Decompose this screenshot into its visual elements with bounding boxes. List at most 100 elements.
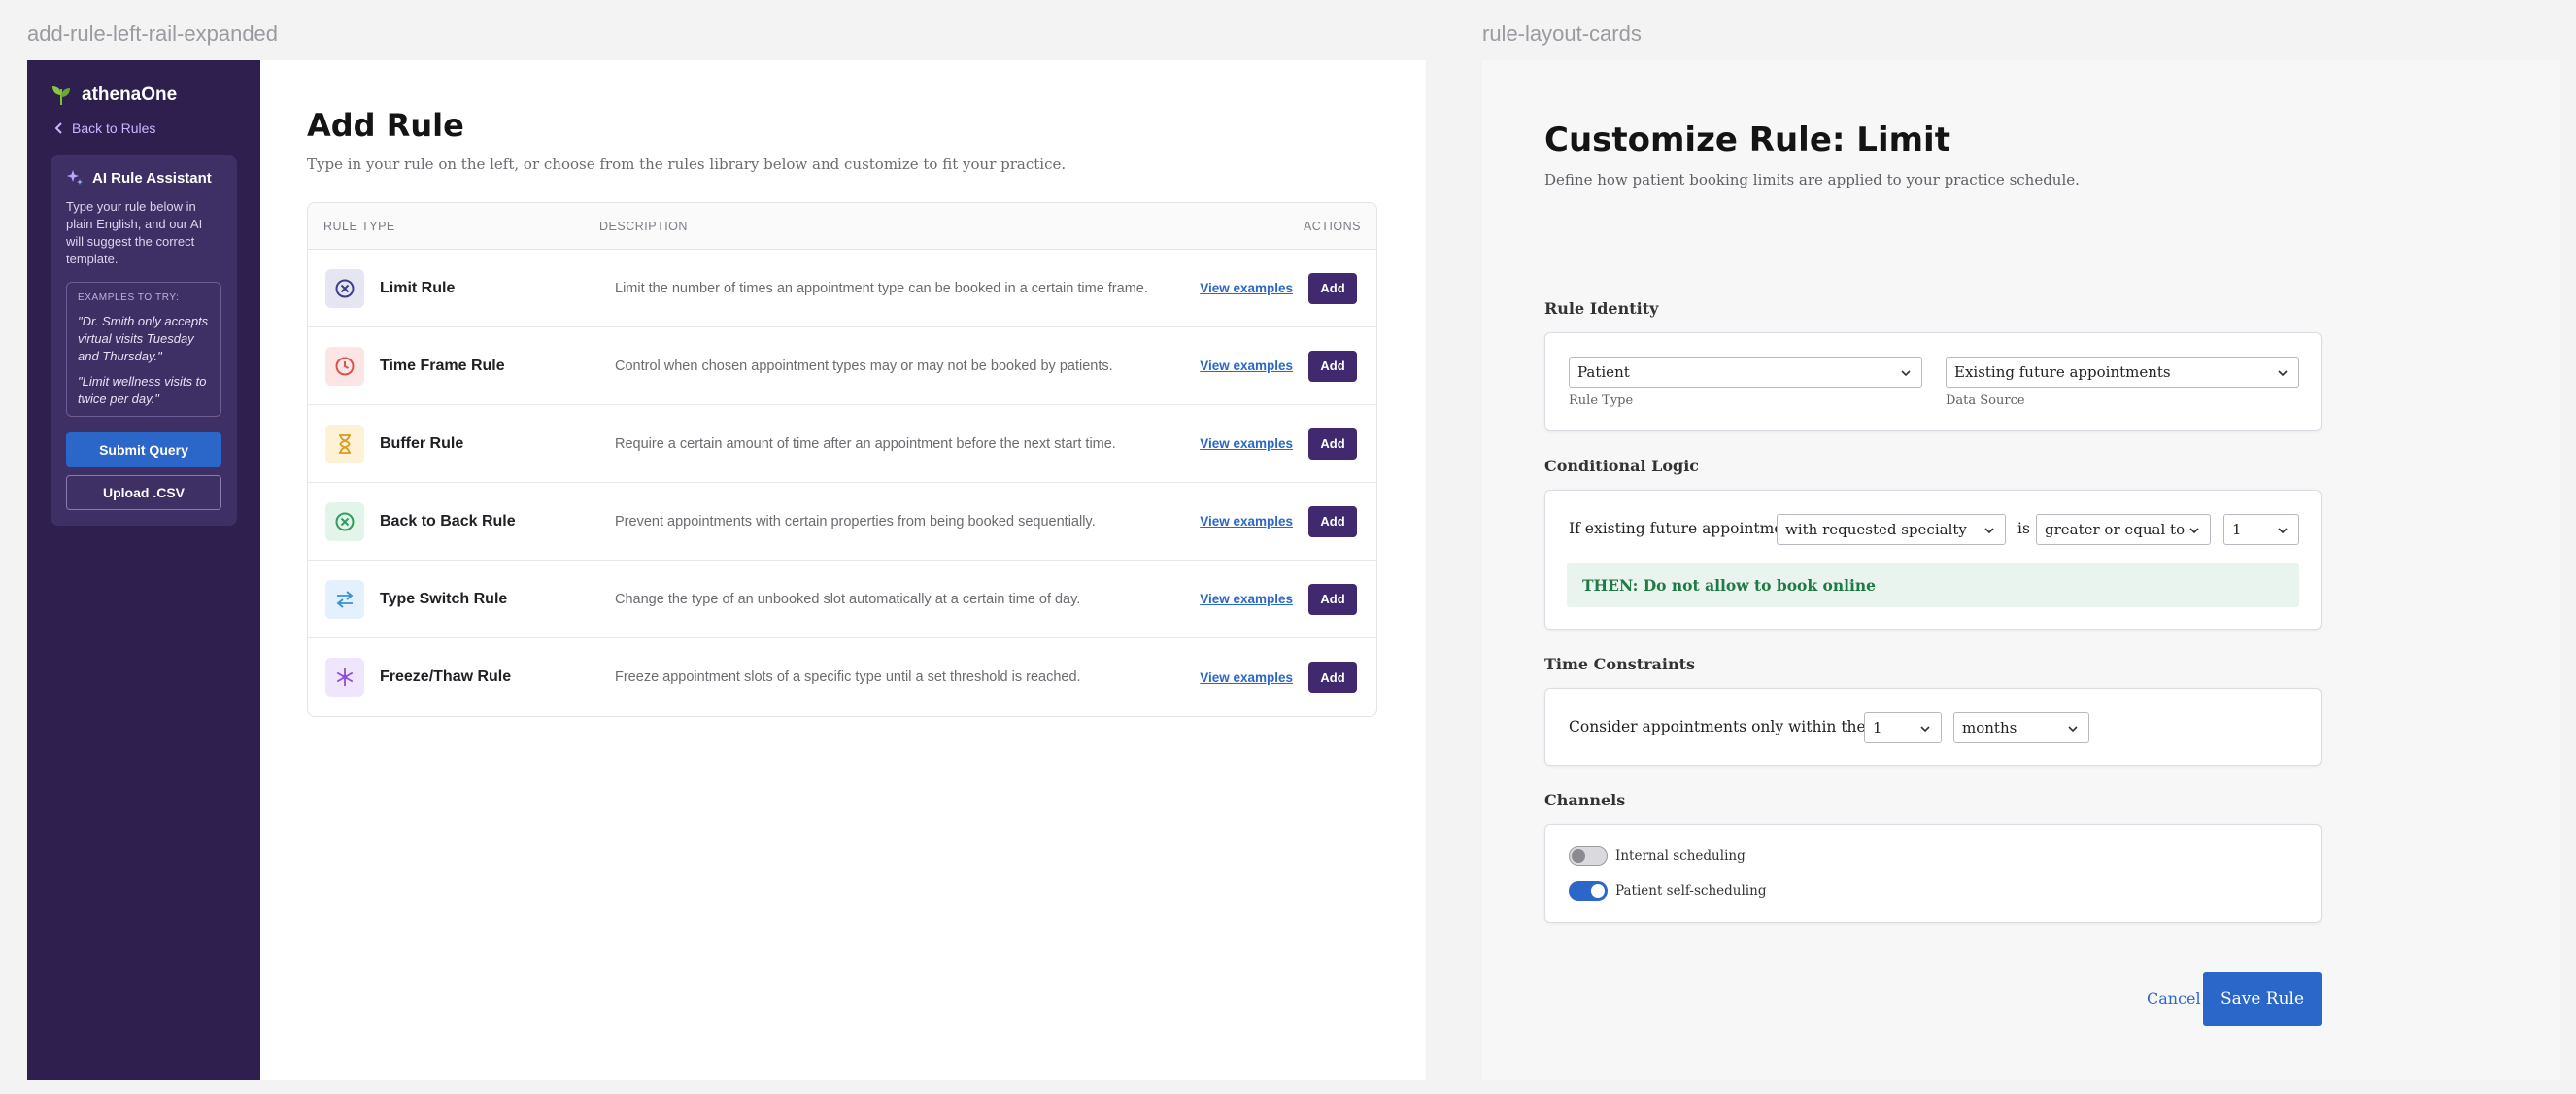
rule-name: Back to Back Rule <box>380 512 516 530</box>
count-value: 1 <box>2232 521 2242 538</box>
example-prompt[interactable]: "Limit wellness visits to twice per day.… <box>78 373 210 408</box>
rule-actions: View examples Add <box>1200 583 1376 615</box>
switch-arrows-icon <box>325 579 364 619</box>
rule-actions: View examples Add <box>1200 427 1376 460</box>
rule-type-cell: Freeze/Thaw Rule <box>308 658 599 697</box>
section-label-time-constraints: Time Constraints <box>1544 655 1696 673</box>
count-select[interactable]: 1 <box>2223 514 2299 545</box>
rule-type-value: Patient <box>1577 363 1630 381</box>
section-label-rule-identity: Rule Identity <box>1544 299 1659 318</box>
add-rule-button[interactable]: Add <box>1308 662 1357 693</box>
rule-name: Type Switch Rule <box>380 590 508 607</box>
brand[interactable]: athenaOne <box>51 84 237 107</box>
cancel-link[interactable]: Cancel <box>2147 989 2201 1008</box>
table-row: Buffer Rule Require a certain amount of … <box>308 405 1376 483</box>
view-examples-link[interactable]: View examples <box>1200 359 1293 373</box>
operator-value: greater or equal to <box>2045 521 2186 538</box>
if-condition-text: If existing future appointments <box>1569 520 1807 537</box>
time-amount-select[interactable]: 1 <box>1864 712 1942 743</box>
chevron-down-icon <box>2278 370 2288 377</box>
sparkle-icon <box>67 170 83 185</box>
example-prompt[interactable]: "Dr. Smith only accepts virtual visits T… <box>78 313 210 365</box>
chevron-left-icon <box>54 122 62 134</box>
rule-description: Control when chosen appointment types ma… <box>615 358 1113 374</box>
customize-rule-screen: Customize Rule: Limit Define how patient… <box>1482 60 2560 1080</box>
toggle-knob <box>1572 849 1585 863</box>
ai-assistant-title: AI Rule Assistant <box>66 169 221 187</box>
rule-actions: View examples Add <box>1200 350 1376 382</box>
rule-actions: View examples Add <box>1200 272 1376 304</box>
then-action-banner: THEN: Do not allow to book online <box>1567 563 2299 607</box>
column-header-rule-type: RULE TYPE <box>323 219 395 233</box>
ai-rule-assistant-panel: AI Rule Assistant Type your rule below i… <box>51 155 237 526</box>
add-rule-main: Add Rule Type in your rule on the left, … <box>260 60 1426 1080</box>
page-subtitle: Type in your rule on the left, or choose… <box>307 155 1067 173</box>
add-rule-button[interactable]: Add <box>1308 583 1357 615</box>
limit-icon <box>325 268 364 308</box>
brand-name: athenaOne <box>82 85 178 105</box>
table-row: Time Frame Rule Control when chosen appo… <box>308 327 1376 405</box>
rule-description: Require a certain amount of time after a… <box>615 435 1116 452</box>
snowflake-icon <box>325 658 364 697</box>
rule-type-cell: Time Frame Rule <box>308 346 599 386</box>
no-back-to-back-icon <box>325 501 364 541</box>
chevron-down-icon <box>1901 370 1911 377</box>
time-unit-select[interactable]: months <box>1953 712 2089 743</box>
filter-value: with requested specialty <box>1785 521 1967 538</box>
add-rule-button[interactable]: Add <box>1308 427 1357 460</box>
add-rule-button[interactable]: Add <box>1308 505 1357 537</box>
section-label-channels: Channels <box>1544 791 1626 809</box>
operator-select[interactable]: greater or equal to <box>2036 514 2211 545</box>
ai-title-text: AI Rule Assistant <box>92 169 212 187</box>
view-examples-link[interactable]: View examples <box>1200 281 1293 295</box>
frame-label-right: rule-layout-cards <box>1482 21 1642 46</box>
chevron-down-icon <box>1984 528 1994 534</box>
add-rule-button[interactable]: Add <box>1308 272 1357 304</box>
table-row: Limit Rule Limit the number of times an … <box>308 250 1376 327</box>
channels-card: Internal scheduling Patient self-schedul… <box>1544 824 2322 923</box>
back-link-label: Back to Rules <box>72 120 156 136</box>
rule-type-cell: Back to Back Rule <box>308 501 599 541</box>
filter-select[interactable]: with requested specialty <box>1777 514 2006 545</box>
rule-type-select[interactable]: Patient <box>1569 357 1922 388</box>
column-header-description: DESCRIPTION <box>599 219 688 233</box>
view-examples-link[interactable]: View examples <box>1200 592 1293 606</box>
view-examples-link[interactable]: View examples <box>1200 670 1293 685</box>
examples-box[interactable]: EXAMPLES TO TRY: "Dr. Smith only accepts… <box>66 282 221 417</box>
rule-description: Prevent appointments with certain proper… <box>615 513 1096 530</box>
view-examples-link[interactable]: View examples <box>1200 514 1293 529</box>
rule-description: Limit the number of times an appointment… <box>615 280 1148 296</box>
toggle-knob <box>1591 884 1605 898</box>
leaf-logo-icon <box>52 86 70 106</box>
examples-label: EXAMPLES TO TRY: <box>78 292 180 303</box>
rule-type-cell: Buffer Rule <box>308 424 599 463</box>
time-constraints-card: Consider appointments only within the ne… <box>1544 688 2322 766</box>
hourglass-icon <box>325 424 364 463</box>
internal-scheduling-toggle[interactable] <box>1569 846 1608 866</box>
chevron-down-icon <box>2068 726 2078 733</box>
chevron-down-icon <box>1920 726 1930 733</box>
table-row: Back to Back Rule Prevent appointments w… <box>308 483 1376 561</box>
data-source-value: Existing future appointments <box>1954 363 2171 381</box>
internal-scheduling-label: Internal scheduling <box>1615 848 1746 864</box>
rule-name: Freeze/Thaw Rule <box>380 668 512 685</box>
conditional-logic-card: If existing future appointments with req… <box>1544 490 2322 630</box>
upload-csv-button[interactable]: Upload .CSV <box>66 475 221 510</box>
view-examples-link[interactable]: View examples <box>1200 436 1293 451</box>
ai-description: Type your rule below in plain English, a… <box>66 199 203 266</box>
rule-type-cell: Limit Rule <box>308 268 599 308</box>
time-unit-value: months <box>1962 719 2017 736</box>
rule-name: Buffer Rule <box>380 434 464 452</box>
add-rule-button[interactable]: Add <box>1308 350 1357 382</box>
data-source-select[interactable]: Existing future appointments <box>1946 357 2299 388</box>
rules-library-table: RULE TYPE DESCRIPTION ACTIONS Limit Rule… <box>307 202 1377 717</box>
customize-subtitle: Define how patient booking limits are ap… <box>1544 171 2080 188</box>
rule-actions: View examples Add <box>1200 662 1376 693</box>
section-label-conditional-logic: Conditional Logic <box>1544 457 1700 475</box>
save-rule-button[interactable]: Save Rule <box>2203 972 2322 1026</box>
time-amount-value: 1 <box>1873 719 1882 736</box>
submit-query-button[interactable]: Submit Query <box>66 432 221 467</box>
time-constraint-text: Consider appointments only within the ne… <box>1569 718 1904 735</box>
back-to-rules-link[interactable]: Back to Rules <box>51 120 237 136</box>
patient-self-scheduling-toggle[interactable] <box>1569 881 1608 901</box>
